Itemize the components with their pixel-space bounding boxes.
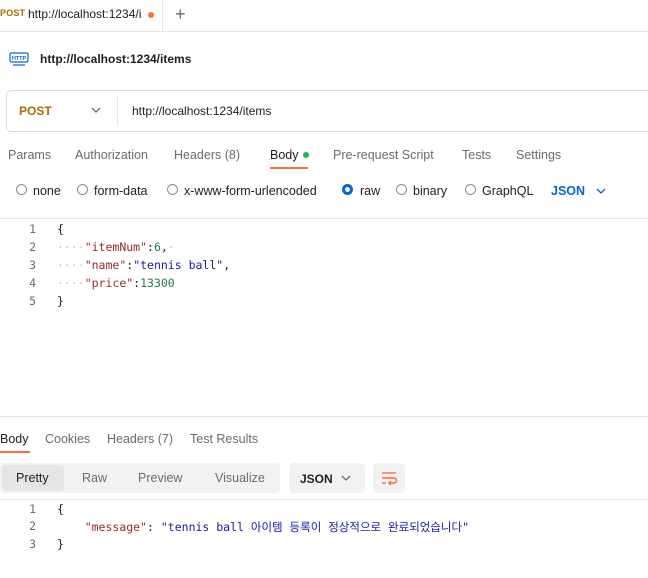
url-divider (117, 96, 118, 126)
radio-x-www-form-urlencoded[interactable] (167, 184, 178, 195)
json-number: 13300 (140, 276, 175, 290)
response-body-viewer[interactable] (0, 499, 648, 578)
view-visualize[interactable]: Visualize (215, 471, 265, 485)
radio-form-data[interactable] (77, 184, 88, 195)
unsaved-dot-icon (148, 12, 154, 18)
whitespace-dots: ···· (57, 276, 85, 290)
request-title[interactable]: http://localhost:1234/items (40, 52, 191, 66)
tab-body[interactable]: Body (270, 148, 299, 162)
radio-x-www-form-urlencoded-label[interactable]: x-www-form-urlencoded (184, 184, 317, 198)
radio-graphql-label[interactable]: GraphQL (482, 184, 533, 198)
http-icon: HTTP (9, 52, 29, 66)
tab-title: http://localhost:1234/i (28, 7, 142, 21)
new-tab-plus-icon[interactable]: + (175, 5, 186, 23)
json-key: "message" (84, 520, 148, 534)
tab-pre-request-script[interactable]: Pre-request Script (333, 148, 434, 162)
wrap-lines-icon (382, 472, 398, 486)
view-raw[interactable]: Raw (82, 471, 107, 485)
view-pretty[interactable]: Pretty (16, 471, 49, 485)
svg-text:HTTP: HTTP (12, 56, 27, 62)
response-tab-test-results[interactable]: Test Results (190, 432, 258, 446)
response-tab-headers[interactable]: Headers (7) (107, 432, 173, 446)
method-select[interactable]: POST (19, 104, 52, 118)
line-number: 2 (29, 240, 36, 254)
radio-graphql[interactable] (465, 184, 476, 195)
radio-raw[interactable] (342, 184, 353, 195)
code-line: ····"price":13300 (57, 276, 175, 290)
json-string: "tennis ball" (133, 258, 224, 272)
whitespace-dots: ···· (57, 240, 85, 254)
active-tab-underline (0, 451, 30, 453)
radio-binary[interactable] (396, 184, 407, 195)
chevron-down-icon[interactable] (340, 472, 352, 484)
json-key: "itemNum" (84, 240, 148, 254)
radio-form-data-label[interactable]: form-data (94, 184, 148, 198)
chevron-down-icon[interactable] (595, 185, 607, 197)
line-number: 3 (29, 258, 36, 272)
code-line: { (57, 502, 64, 516)
line-number: 4 (29, 276, 36, 290)
close-brace: } (57, 294, 64, 308)
radio-none-label[interactable]: none (33, 184, 61, 198)
json-key: "name" (84, 258, 127, 272)
body-status-dot-icon (303, 152, 309, 158)
tab-headers[interactable]: Headers (8) (174, 148, 240, 162)
response-format-label[interactable]: JSON (300, 472, 333, 486)
response-tab-body[interactable]: Body (0, 432, 29, 446)
tab-params[interactable]: Params (8, 148, 51, 162)
tab-tests[interactable]: Tests (462, 148, 491, 162)
line-number: 1 (29, 222, 36, 236)
code-line: "message": "tennis ball 아이템 등록이 정상적으로 완료… (84, 520, 470, 534)
chevron-down-icon[interactable] (90, 104, 102, 116)
tab-settings[interactable]: Settings (516, 148, 561, 162)
code-line: { (57, 222, 64, 236)
url-bar (6, 90, 648, 132)
tab-authorization[interactable]: Authorization (75, 148, 148, 162)
view-preview[interactable]: Preview (138, 471, 182, 485)
body-language-select[interactable]: JSON (551, 184, 585, 198)
code-line: ····"itemNum":6,· (57, 240, 175, 254)
radio-none[interactable] (16, 184, 27, 195)
active-tab-underline (270, 167, 308, 169)
json-string: "tennis ball 아이템 등록이 정상적으로 완료되었습니다" (160, 520, 470, 534)
close-brace: } (57, 537, 64, 551)
line-number: 2 (29, 519, 36, 533)
tab-method: POST (0, 8, 26, 18)
code-line: ····"name":"tennis ball", (57, 258, 231, 272)
url-input[interactable]: http://localhost:1234/items (132, 104, 271, 118)
json-number: 6 (153, 240, 161, 254)
line-number: 5 (29, 294, 36, 308)
code-line: } (57, 537, 64, 551)
line-number: 3 (29, 537, 36, 551)
open-brace: { (57, 502, 64, 516)
json-key: "price" (84, 276, 134, 290)
radio-raw-label[interactable]: raw (360, 184, 380, 198)
whitespace-dots: ···· (57, 258, 85, 272)
code-line: } (57, 294, 64, 308)
open-brace: { (57, 222, 64, 236)
line-number: 1 (29, 502, 36, 516)
wrap-lines-button[interactable] (373, 463, 405, 493)
response-tab-cookies[interactable]: Cookies (45, 432, 90, 446)
radio-binary-label[interactable]: binary (413, 184, 447, 198)
